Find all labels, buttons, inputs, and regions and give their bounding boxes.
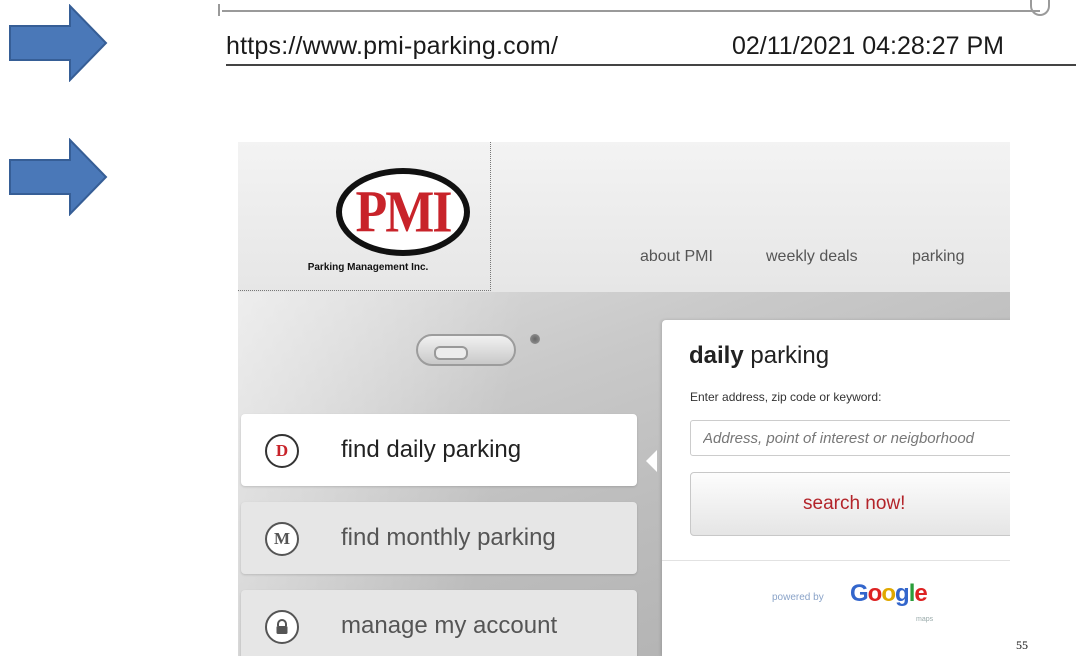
daily-parking-search-panel: daily parking Enter address, zip code or… [662,320,1010,656]
capture-header: https://www.pmi-parking.com/ 02/11/2021 … [218,0,1078,72]
menu-label: find daily parking [341,436,522,463]
monthly-badge-icon: M [265,522,299,556]
right-arrow-icon [8,4,108,82]
logo-mark: PMI [355,179,452,245]
daily-badge-icon: D [265,434,299,468]
top-rule [222,10,1040,12]
panel-title-rest: parking [743,342,830,369]
menu-find-daily-parking[interactable]: D find daily parking [241,414,637,486]
logo-oval: PMI [336,168,470,256]
nav-about[interactable]: about PMI [640,248,713,266]
lock-icon [265,610,299,644]
search-now-button[interactable]: search now! [690,472,1010,536]
right-arrow-icon [8,138,108,216]
panel-title: daily parking [689,342,829,370]
panel-title-bold: daily [689,342,744,369]
google-logo: Google [850,580,928,607]
capture-timestamp: 02/11/2021 04:28:27 PM [732,32,1004,60]
powered-by-label: powered by [772,592,824,603]
menu-find-monthly-parking[interactable]: M find monthly parking [241,502,637,574]
panel-divider [662,560,1010,561]
menu-label: find monthly parking [341,524,556,551]
car-keyhole [530,334,540,344]
site-header: PMI Parking Management Inc. about PMI we… [238,142,1010,292]
menu-pointer [646,450,657,472]
logo-tagline: Parking Management Inc. [307,262,429,273]
capture-url: https://www.pmi-parking.com/ [226,32,559,60]
address-search-input[interactable] [690,420,1010,456]
menu-manage-account[interactable]: manage my account [241,590,637,656]
maps-label: maps [916,616,934,623]
capture-underline [226,64,1076,66]
rule-tick [218,4,220,16]
menu-label: manage my account [341,612,558,639]
website-screenshot: PMI Parking Management Inc. about PMI we… [238,142,1010,656]
nav-weekly-deals[interactable]: weekly deals [766,248,858,266]
search-hint: Enter address, zip code or keyword: [690,390,882,404]
car-door-handle-slot [434,346,468,360]
page-number: 55 [1016,638,1028,652]
rule-curl [1030,0,1050,16]
nav-parking[interactable]: parking [912,248,964,266]
logo[interactable]: PMI Parking Management Inc. [238,142,491,291]
